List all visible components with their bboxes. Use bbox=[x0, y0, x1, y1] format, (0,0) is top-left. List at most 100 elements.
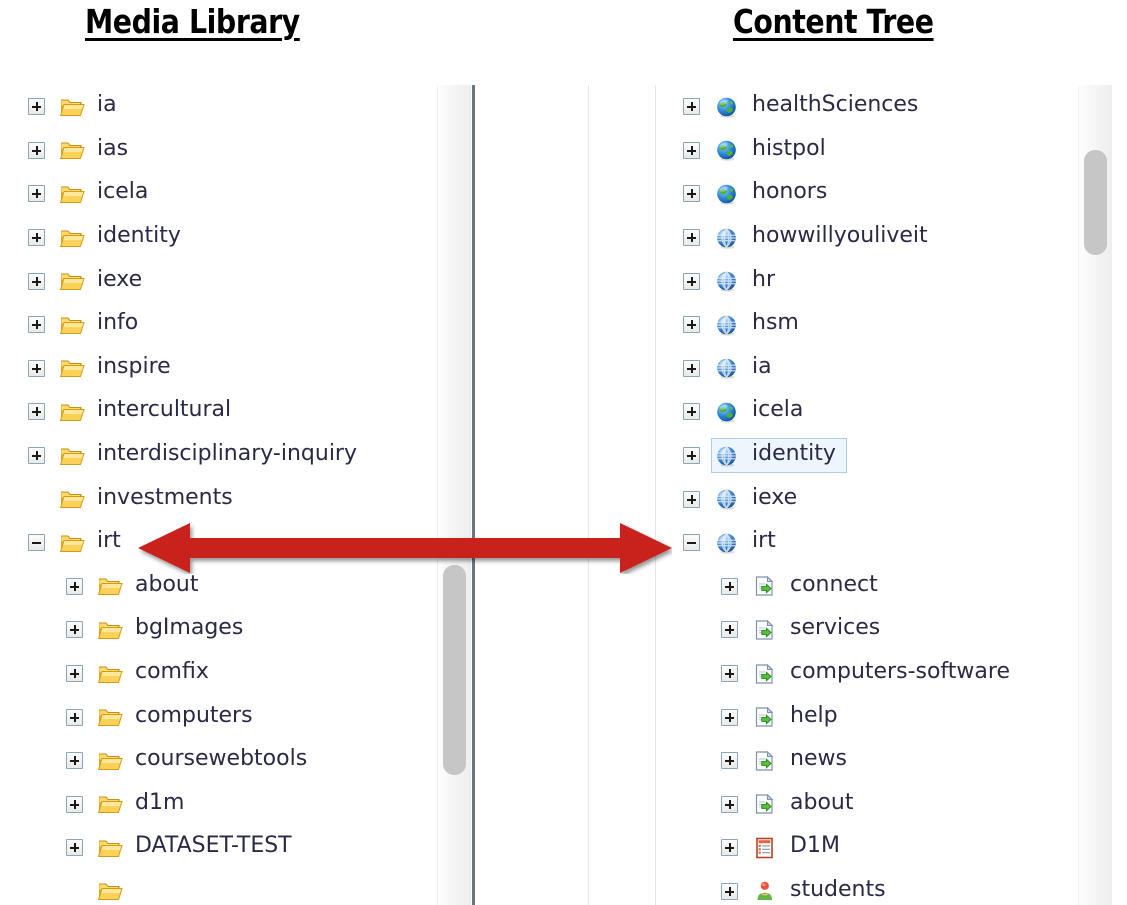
expand-plus-icon[interactable] bbox=[721, 882, 738, 900]
tree-row[interactable]: irt bbox=[655, 521, 1061, 565]
tree-row[interactable]: ias bbox=[0, 129, 435, 173]
tree-item[interactable]: connect bbox=[750, 570, 888, 603]
expand-plus-icon[interactable] bbox=[721, 752, 738, 770]
expand-plus-icon[interactable] bbox=[28, 98, 45, 116]
expand-plus-icon[interactable] bbox=[683, 447, 700, 465]
expand-plus-icon[interactable] bbox=[683, 185, 700, 203]
tree-item[interactable]: news bbox=[750, 744, 857, 777]
tree-row[interactable]: ia bbox=[0, 85, 435, 129]
expand-plus-icon[interactable] bbox=[66, 665, 83, 683]
expand-plus-icon[interactable] bbox=[683, 403, 700, 421]
tree-item[interactable]: d1m bbox=[95, 788, 194, 821]
tree-item[interactable]: bgImages bbox=[95, 613, 253, 646]
tree-item[interactable]: hr bbox=[712, 265, 785, 298]
tree-item[interactable]: iexe bbox=[712, 483, 807, 516]
expand-plus-icon[interactable] bbox=[28, 229, 45, 247]
media-library-tree[interactable]: ia ias icela identity iexe info inspire … bbox=[0, 85, 435, 905]
tree-row[interactable]: connect bbox=[655, 565, 1061, 609]
tree-row[interactable]: hr bbox=[655, 259, 1061, 303]
tree-item[interactable]: about bbox=[95, 570, 208, 603]
tree-item[interactable]: iexe bbox=[57, 265, 152, 298]
tree-row[interactable]: icela bbox=[655, 390, 1061, 434]
expand-plus-icon[interactable] bbox=[683, 316, 700, 334]
tree-item[interactable]: computers bbox=[95, 701, 263, 734]
tree-item[interactable]: info bbox=[57, 308, 148, 341]
tree-row[interactable]: computers-software bbox=[655, 652, 1061, 696]
tree-row[interactable]: identity bbox=[0, 216, 435, 260]
tree-row[interactable]: bgImages bbox=[0, 608, 435, 652]
expand-plus-icon[interactable] bbox=[721, 577, 738, 595]
scrollbar-thumb[interactable] bbox=[1084, 150, 1107, 255]
tree-item[interactable]: hsm bbox=[712, 308, 809, 341]
tree-item[interactable]: DATASET-TEST bbox=[95, 831, 302, 864]
expand-plus-icon[interactable] bbox=[66, 621, 83, 639]
expand-plus-icon[interactable] bbox=[721, 839, 738, 857]
expand-plus-icon[interactable] bbox=[683, 490, 700, 508]
tree-item[interactable]: ia bbox=[712, 352, 782, 385]
expand-plus-icon[interactable] bbox=[66, 752, 83, 770]
content-tree[interactable]: healthSciences histpol honors howwillyou… bbox=[655, 85, 1061, 905]
media-library-scrollbar[interactable] bbox=[437, 85, 471, 905]
tree-row[interactable]: healthSciences bbox=[655, 85, 1061, 129]
expand-plus-icon[interactable] bbox=[683, 229, 700, 247]
expand-plus-icon[interactable] bbox=[721, 621, 738, 639]
tree-row[interactable]: D1M bbox=[655, 826, 1061, 870]
expand-plus-icon[interactable] bbox=[683, 98, 700, 116]
tree-row[interactable]: info bbox=[0, 303, 435, 347]
collapse-minus-icon[interactable] bbox=[683, 534, 700, 552]
tree-item[interactable]: comfix bbox=[95, 657, 219, 690]
tree-row[interactable]: honors bbox=[655, 172, 1061, 216]
tree-item[interactable]: coursewebtools bbox=[95, 744, 317, 777]
expand-plus-icon[interactable] bbox=[28, 316, 45, 334]
tree-row[interactable]: icela bbox=[0, 172, 435, 216]
expand-plus-icon[interactable] bbox=[721, 795, 738, 813]
tree-item[interactable]: honors bbox=[712, 177, 837, 210]
tree-row[interactable]: histpol bbox=[655, 129, 1061, 173]
tree-item[interactable] bbox=[95, 877, 145, 905]
tree-item[interactable]: services bbox=[750, 613, 890, 646]
tree-item[interactable]: identity bbox=[57, 221, 191, 254]
scrollbar-thumb[interactable] bbox=[443, 565, 466, 775]
tree-row[interactable]: howwillyouliveit bbox=[655, 216, 1061, 260]
tree-row[interactable]: about bbox=[0, 565, 435, 609]
tree-row[interactable]: comfix bbox=[0, 652, 435, 696]
tree-item[interactable]: healthSciences bbox=[712, 90, 928, 123]
tree-item[interactable]: irt bbox=[712, 526, 786, 559]
tree-item[interactable]: irt bbox=[57, 526, 131, 559]
expand-plus-icon[interactable] bbox=[28, 141, 45, 159]
collapse-minus-icon[interactable] bbox=[28, 534, 45, 552]
tree-item[interactable]: students bbox=[750, 875, 896, 905]
tree-row[interactable]: services bbox=[655, 608, 1061, 652]
expand-plus-icon[interactable] bbox=[28, 359, 45, 377]
tree-row[interactable]: iexe bbox=[0, 259, 435, 303]
tree-row[interactable]: help bbox=[655, 695, 1061, 739]
tree-row[interactable]: about bbox=[655, 783, 1061, 827]
tree-row[interactable]: iexe bbox=[655, 477, 1061, 521]
tree-item[interactable]: intercultural bbox=[57, 395, 241, 428]
tree-item[interactable]: help bbox=[750, 701, 848, 734]
tree-item[interactable]: icela bbox=[57, 177, 158, 210]
expand-plus-icon[interactable] bbox=[66, 839, 83, 857]
tree-row[interactable] bbox=[0, 870, 435, 905]
tree-item[interactable]: identity bbox=[711, 438, 847, 474]
tree-row[interactable]: coursewebtools bbox=[0, 739, 435, 783]
expand-plus-icon[interactable] bbox=[683, 359, 700, 377]
tree-item[interactable]: howwillyouliveit bbox=[712, 221, 938, 254]
tree-row[interactable]: hsm bbox=[655, 303, 1061, 347]
tree-row[interactable]: ia bbox=[655, 347, 1061, 391]
expand-plus-icon[interactable] bbox=[721, 708, 738, 726]
expand-plus-icon[interactable] bbox=[28, 272, 45, 290]
tree-item[interactable]: icela bbox=[712, 395, 813, 428]
expand-plus-icon[interactable] bbox=[683, 272, 700, 290]
tree-item[interactable]: histpol bbox=[712, 134, 836, 167]
tree-row[interactable]: interdisciplinary-inquiry bbox=[0, 434, 435, 478]
content-tree-scrollbar[interactable] bbox=[1078, 85, 1112, 905]
tree-row[interactable]: investments bbox=[0, 477, 435, 521]
tree-row[interactable]: intercultural bbox=[0, 390, 435, 434]
tree-item[interactable]: about bbox=[750, 788, 863, 821]
tree-row[interactable]: identity bbox=[655, 434, 1061, 478]
expand-plus-icon[interactable] bbox=[28, 403, 45, 421]
expand-plus-icon[interactable] bbox=[28, 447, 45, 465]
tree-item[interactable]: ias bbox=[57, 134, 138, 167]
tree-item[interactable]: D1M bbox=[750, 831, 850, 864]
